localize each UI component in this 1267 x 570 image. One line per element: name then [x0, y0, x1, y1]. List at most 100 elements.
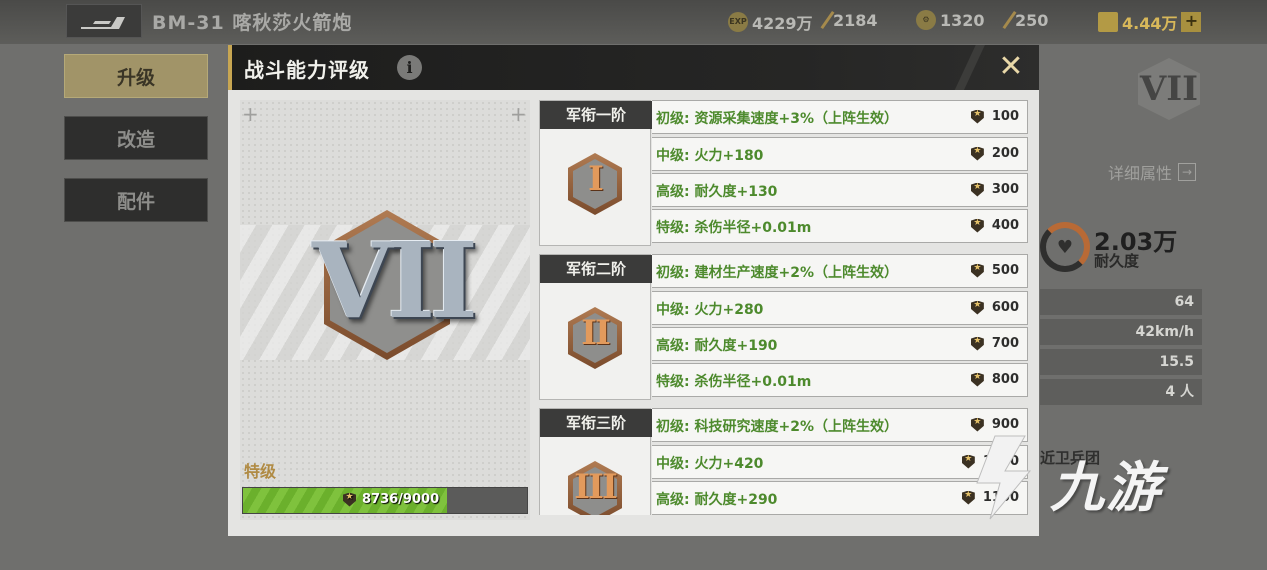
stat-row: 64 [1040, 289, 1202, 315]
rating-progress-bar: 8736/9000 [242, 487, 528, 514]
tier-header: 军衔三阶 III [539, 408, 652, 515]
tier-badge: I [568, 153, 622, 215]
perk-cost: 400 [970, 218, 1019, 233]
perk-cost: 500 [970, 263, 1019, 278]
tier-header: 军衔一阶 I [539, 100, 652, 246]
perk-row: 中级: 火力+180 200 [652, 137, 1028, 171]
perk-cost: 300 [970, 182, 1019, 197]
progress-text: 8736/9000 [362, 492, 440, 507]
detail-attributes-link[interactable]: 详细属性 → [1108, 160, 1197, 184]
dialog-header: 战斗能力评级 i ✕ [228, 45, 1039, 90]
resource-wrench[interactable]: 250 [1002, 10, 1049, 30]
rank-shield-icon [970, 372, 984, 387]
resource-value: 4.44万 [1122, 14, 1178, 33]
perk-cost-value: 900 [991, 417, 1019, 432]
perk-text: 初级: 科技研究速度+2%（上阵生效） [656, 419, 898, 435]
progress-readout: 8736/9000 [343, 492, 439, 507]
perk-cost-value: 800 [991, 372, 1019, 387]
rank-shield-icon [970, 417, 984, 432]
rank-shield-icon [961, 454, 975, 469]
back-button[interactable] [66, 4, 142, 38]
exp-icon: EXP [728, 12, 748, 32]
perk-row: 中级: 火力+280 600 [652, 291, 1028, 325]
rating-emblem: VII [312, 202, 478, 372]
perk-row: 初级: 资源采集速度+3%（上阵生效） 100 [652, 100, 1028, 134]
add-gold-button[interactable]: + [1181, 12, 1202, 32]
emblem-numeral: VII [312, 219, 478, 342]
heart-icon: ♥ [1040, 222, 1090, 272]
resource-value: 1320 [940, 10, 985, 30]
back-arrow-icon [81, 17, 125, 29]
tier-block: 军衔一阶 I 初级: 资源采集速度+3%（上阵生效） 100 中级: 火力+18… [539, 100, 1029, 246]
tier-numeral: III [574, 467, 618, 507]
perk-cost-value: 700 [991, 336, 1019, 351]
rank-shield-icon [970, 109, 984, 124]
tier-name: 军衔二阶 [540, 255, 652, 283]
unit-label: 近卫兵团 [1040, 449, 1101, 467]
perk-row: 初级: 科技研究速度+2%（上阵生效） 900 [652, 408, 1028, 442]
tier-name: 军衔三阶 [540, 409, 652, 437]
cross-decoration-icon: + [242, 102, 259, 126]
sidebar-item-parts[interactable]: 配件 [64, 178, 208, 222]
perk-cost-value: 300 [991, 182, 1019, 197]
vehicle-title: BM-31 喀秋莎火箭炮 [152, 12, 353, 34]
perk-row: 高级: 耐久度+190 700 [652, 327, 1028, 361]
resource-gold[interactable]: 4.44万 + [1098, 10, 1202, 34]
perk-cost-value: 400 [991, 218, 1019, 233]
tier-list[interactable]: 军衔一阶 I 初级: 资源采集速度+3%（上阵生效） 100 中级: 火力+18… [539, 100, 1029, 515]
cross-decoration-icon: + [510, 102, 527, 126]
rank-shield-icon [970, 218, 984, 233]
rating-emblem-panel: + + VII [240, 100, 530, 520]
resource-stick[interactable]: 2184 [820, 10, 878, 30]
perk-cost-value: 500 [991, 263, 1019, 278]
resource-gear[interactable]: ⚙ 1320 [916, 10, 985, 30]
info-icon[interactable]: i [397, 55, 422, 80]
perk-row: 高级: 耐久度+130 300 [652, 173, 1028, 207]
tier-badge: III [568, 461, 622, 515]
sidebar-item-modify[interactable]: 改造 [64, 116, 208, 160]
resource-value: 4229万 [752, 14, 813, 33]
perk-cost-value: 1100 [982, 490, 1019, 505]
tier-name: 军衔一阶 [540, 101, 652, 129]
perk-text: 高级: 耐久度+190 [656, 338, 778, 354]
perk-text: 特级: 杀伤半径+0.01m [656, 220, 812, 236]
close-icon[interactable]: ✕ [996, 52, 1026, 83]
rank-shield-icon [970, 146, 984, 161]
perk-cost: 700 [970, 336, 1019, 351]
rank-shield-icon [970, 263, 984, 278]
perk-row: 中级: 火力+420 1000 [652, 445, 1028, 479]
header-accent [228, 45, 232, 90]
rank-emblem-small: VII [1138, 58, 1200, 120]
stat-row: 4 人 [1040, 379, 1202, 405]
dialog-title: 战斗能力评级 [244, 58, 370, 82]
rank-shield-icon [343, 492, 356, 507]
resource-exp[interactable]: EXP 4229万 [728, 10, 813, 34]
stat-row: 42km/h [1040, 319, 1202, 345]
tier-block: 军衔三阶 III 初级: 科技研究速度+2%（上阵生效） 900 中级: 火力+… [539, 408, 1029, 515]
gear-icon: ⚙ [916, 10, 936, 30]
sidebar-item-upgrade[interactable]: 升级 [64, 54, 208, 98]
resource-value: 250 [1015, 10, 1049, 30]
perk-cost: 100 [970, 109, 1019, 124]
perk-row: 初级: 建材生产速度+2%（上阵生效） 500 [652, 254, 1028, 288]
arrow-right-icon: → [1178, 163, 1197, 181]
tier-block: 军衔二阶 II 初级: 建材生产速度+2%（上阵生效） 500 中级: 火力+2… [539, 254, 1029, 400]
perk-row: 特级: 杀伤半径+0.01m 800 [652, 363, 1028, 397]
perk-cost: 1100 [961, 490, 1019, 505]
perk-text: 特级: 杀伤半径+0.01m [656, 374, 812, 390]
perk-cost-value: 1000 [982, 454, 1019, 469]
perk-text: 高级: 耐久度+130 [656, 184, 778, 200]
perk-cost: 200 [970, 146, 1019, 161]
stat-row: 15.5 [1040, 349, 1202, 375]
durability-label: 耐久度 [1094, 252, 1140, 270]
perk-cost: 1000 [961, 454, 1019, 469]
perk-cost: 900 [970, 417, 1019, 432]
perk-text: 中级: 火力+280 [656, 302, 764, 318]
resource-value: 2184 [833, 10, 878, 30]
tier-numeral: I [588, 159, 604, 199]
perk-row: 特级: 杀伤半径+0.01m 400 [652, 209, 1028, 243]
perk-cost-value: 200 [991, 146, 1019, 161]
rank-shield-icon [970, 336, 984, 351]
perk-text: 中级: 火力+420 [656, 456, 764, 472]
perk-cost-value: 600 [991, 300, 1019, 315]
